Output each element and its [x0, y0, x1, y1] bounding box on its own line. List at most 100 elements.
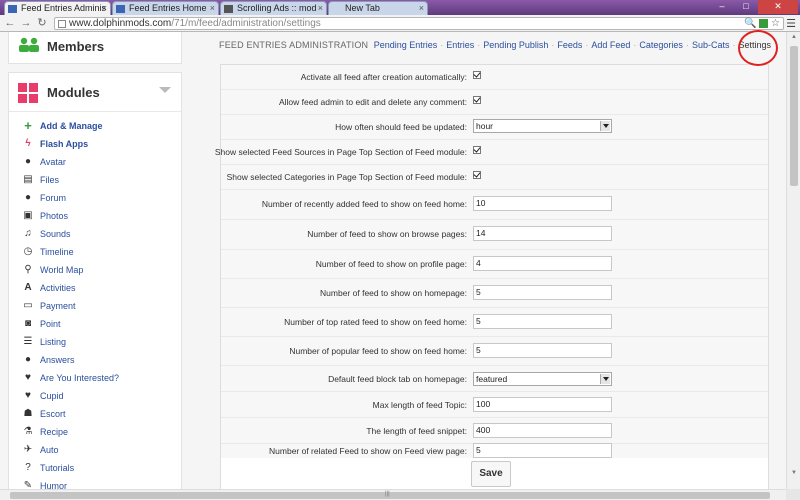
- star-icon[interactable]: ☆: [771, 18, 780, 29]
- browser-tab-title: Scrolling Ads :: mod: [237, 3, 317, 13]
- chevron-down-icon: [600, 374, 610, 384]
- setting-label: Max length of feed Topic:: [372, 400, 467, 410]
- top-rated-count-input[interactable]: 5: [473, 314, 612, 329]
- zoom-icon[interactable]: 🔍: [744, 18, 756, 29]
- setting-label: Number of feed to show on browse pages:: [307, 229, 467, 239]
- close-icon[interactable]: ×: [419, 2, 424, 15]
- setting-label: Number of related Feed to show on Feed v…: [269, 446, 467, 456]
- browser-tab-feed-home[interactable]: Feed Entries Home ×: [112, 1, 219, 15]
- setting-row: The length of feed snippet: 400: [221, 418, 768, 444]
- setting-row: Number of popular feed to show on feed h…: [221, 337, 768, 366]
- close-icon[interactable]: ×: [210, 2, 215, 15]
- close-icon[interactable]: ×: [102, 2, 107, 15]
- max-topic-length-input[interactable]: 100: [473, 397, 612, 412]
- show-categories-checkbox[interactable]: [473, 171, 481, 179]
- members-title[interactable]: Members: [47, 39, 104, 54]
- browse-feed-count-input[interactable]: 14: [473, 226, 612, 241]
- main-content: FEED ENTRIES ADMINISTRATION Pending Entr…: [206, 32, 786, 489]
- activate-auto-checkbox[interactable]: [473, 71, 481, 79]
- reload-icon[interactable]: ↻: [36, 17, 48, 29]
- window-close-icon[interactable]: ✕: [758, 0, 798, 14]
- browser-tab-feed-admin[interactable]: Feed Entries Adminis ×: [4, 1, 111, 15]
- sidebar-item-label: Tutorials: [40, 463, 75, 473]
- sidebar-item-label: Files: [40, 175, 60, 185]
- close-icon[interactable]: ×: [318, 2, 323, 15]
- homepage-feed-count-input[interactable]: 5: [473, 285, 612, 300]
- members-panel: Members: [8, 32, 182, 64]
- sidebar-item-cupid[interactable]: ♥ Cupid: [9, 387, 181, 405]
- extension-icon[interactable]: [759, 18, 769, 28]
- maximize-icon[interactable]: □: [734, 0, 758, 14]
- tab-pending-entries[interactable]: Pending Entries: [374, 40, 438, 50]
- sidebar-item-activities[interactable]: A Activities: [9, 279, 181, 297]
- forward-arrow-icon[interactable]: →: [20, 17, 32, 29]
- setting-row: Activate all feed after creation automat…: [221, 65, 768, 90]
- sidebar-item-point[interactable]: ◙ Point: [9, 315, 181, 333]
- snippet-length-input[interactable]: 400: [473, 423, 612, 438]
- sidebar-item-answers[interactable]: ● Answers: [9, 351, 181, 369]
- sidebar-item-sounds[interactable]: ♫ Sounds: [9, 225, 181, 243]
- save-button[interactable]: Save: [471, 461, 511, 487]
- sidebar-item-auto[interactable]: ✈ Auto: [9, 441, 181, 459]
- sidebar-item-timeline[interactable]: ◷ Timeline: [9, 243, 181, 261]
- address-bar[interactable]: www.dolphinmods.com/71/m/feed/administra…: [54, 17, 784, 30]
- setting-label: Number of recently added feed to show on…: [261, 199, 467, 209]
- activities-icon: A: [24, 282, 32, 293]
- popular-count-input[interactable]: 5: [473, 343, 612, 358]
- sidebar-item-flash-apps[interactable]: ϟ Flash Apps: [9, 135, 181, 153]
- browser-toolbar: ← → ↻ www.dolphinmods.com/71/m/feed/admi…: [0, 15, 800, 32]
- page-title: FEED ENTRIES ADMINISTRATION: [219, 40, 369, 50]
- sidebar-item-tutorials[interactable]: ? Tutorials: [9, 459, 181, 477]
- site-favicon-icon: [224, 5, 233, 13]
- horizontal-scrollbar[interactable]: |||: [0, 489, 786, 500]
- sidebar-item-avatar[interactable]: ● Avatar: [9, 153, 181, 171]
- select-value: hour: [476, 121, 494, 131]
- vertical-scrollbar[interactable]: ▲ ▼: [786, 32, 800, 489]
- setting-row: How often should feed be updated: hour: [221, 115, 768, 140]
- related-feed-count-input[interactable]: 5: [473, 443, 612, 458]
- tab-separator: ·: [477, 40, 481, 50]
- minimize-icon[interactable]: –: [710, 0, 734, 14]
- tab-sub-cats[interactable]: Sub-Cats: [692, 40, 730, 50]
- sidebar-item-recipe[interactable]: ⚗ Recipe: [9, 423, 181, 441]
- tab-add-feed[interactable]: Add Feed: [591, 40, 630, 50]
- sidebar-item-world-map[interactable]: ⚲ World Map: [9, 261, 181, 279]
- chevron-down-icon[interactable]: [159, 87, 171, 93]
- sidebar-item-listing[interactable]: ☰ Listing: [9, 333, 181, 351]
- allow-admin-edit-checkbox[interactable]: [473, 96, 481, 104]
- heart-icon: ♥: [25, 390, 31, 401]
- scrollbar-thumb[interactable]: [10, 492, 770, 499]
- setting-row: Default feed block tab on homepage: feat…: [221, 366, 768, 392]
- tab-feeds[interactable]: Feeds: [557, 40, 582, 50]
- tab-categories[interactable]: Categories: [639, 40, 683, 50]
- show-feed-sources-checkbox[interactable]: [473, 146, 481, 154]
- recent-feed-count-input[interactable]: 10: [473, 196, 612, 211]
- default-block-tab-select[interactable]: featured: [473, 372, 612, 386]
- sidebar-item-forum[interactable]: ● Forum: [9, 189, 181, 207]
- sidebar-item-label: Auto: [40, 445, 59, 455]
- browser-menu-icon[interactable]: ☰: [786, 17, 796, 30]
- sidebar-item-payment[interactable]: ▭ Payment: [9, 297, 181, 315]
- sidebar-item-escort[interactable]: ☗ Escort: [9, 405, 181, 423]
- setting-row: Number of feed to show on browse pages: …: [221, 220, 768, 250]
- scrollbar-thumb[interactable]: [790, 46, 798, 186]
- update-frequency-select[interactable]: hour: [473, 119, 612, 133]
- scroll-down-icon[interactable]: ▼: [791, 470, 797, 476]
- tab-pending-publish[interactable]: Pending Publish: [483, 40, 548, 50]
- annotation-circle: [738, 30, 778, 66]
- setting-label: Show selected Feed Sources in Page Top S…: [214, 147, 467, 157]
- browser-tab-scrolling-ads[interactable]: Scrolling Ads :: mod ×: [220, 1, 327, 15]
- back-arrow-icon[interactable]: ←: [4, 17, 16, 29]
- setting-row: Number of recently added feed to show on…: [221, 190, 768, 220]
- profile-feed-count-input[interactable]: 4: [473, 256, 612, 271]
- setting-label: Allow feed admin to edit and delete any …: [278, 97, 467, 107]
- sidebar-item-photos[interactable]: ▣ Photos: [9, 207, 181, 225]
- sidebar-item-files[interactable]: ▤ Files: [9, 171, 181, 189]
- tab-entries[interactable]: Entries: [446, 40, 474, 50]
- sidebar-item-label: Timeline: [40, 247, 74, 257]
- sidebar-item-add-manage[interactable]: + Add & Manage: [9, 117, 181, 135]
- browser-tab-new-tab[interactable]: New Tab ×: [328, 1, 428, 15]
- sidebar-item-humor[interactable]: ✎ Humor: [9, 477, 181, 490]
- sidebar-item-are-you-interested[interactable]: ♥ Are You Interested?: [9, 369, 181, 387]
- scroll-up-icon[interactable]: ▲: [791, 34, 797, 40]
